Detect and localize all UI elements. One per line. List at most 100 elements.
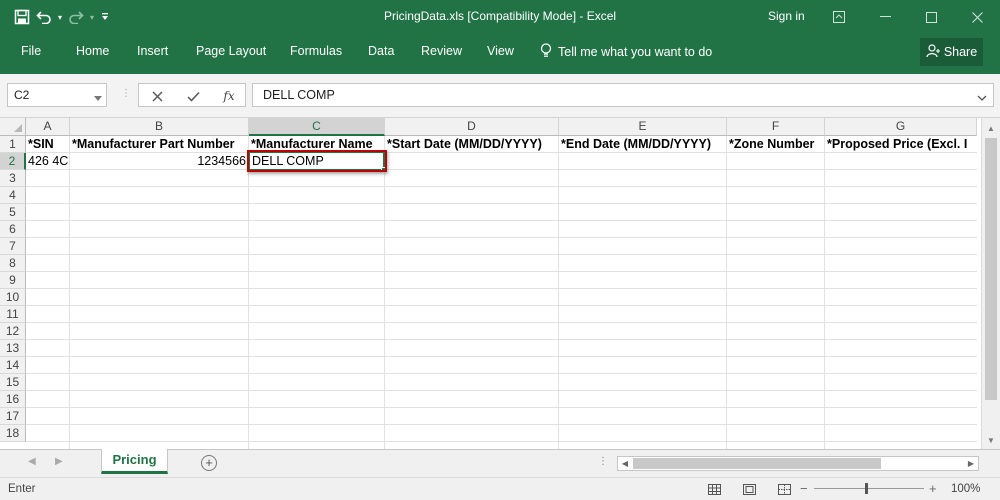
gridline	[26, 271, 977, 272]
row-header-8[interactable]: 8	[0, 255, 26, 272]
tab-review[interactable]: Review	[421, 44, 462, 58]
cancel-entry-icon[interactable]	[147, 87, 167, 105]
gridline	[26, 424, 977, 425]
gridline	[26, 288, 977, 289]
row-header-1[interactable]: 1	[0, 136, 26, 153]
row-header-15[interactable]: 15	[0, 374, 26, 391]
gridline	[26, 203, 977, 204]
name-box-value: C2	[14, 88, 30, 102]
row-header-7[interactable]: 7	[0, 238, 26, 255]
row-header-3[interactable]: 3	[0, 170, 26, 187]
row-header-5[interactable]: 5	[0, 204, 26, 221]
tab-split-handle-icon[interactable]: ⋮	[598, 456, 609, 467]
person-icon	[926, 43, 940, 61]
sign-in-link[interactable]: Sign in	[768, 9, 805, 23]
formula-input[interactable]: DELL COMP	[252, 83, 994, 107]
minimize-icon[interactable]	[862, 0, 908, 34]
scroll-right-icon[interactable]: ▶	[964, 457, 978, 470]
gridline	[824, 136, 825, 449]
gridline	[558, 136, 559, 449]
scroll-left-icon[interactable]: ◀	[618, 457, 632, 470]
column-header-f[interactable]: F	[727, 118, 825, 136]
row-header-2[interactable]: 2	[0, 153, 26, 170]
gridline	[26, 441, 977, 442]
column-header-e[interactable]: E	[559, 118, 727, 136]
formula-buttons: fx	[138, 83, 246, 107]
column-header-a[interactable]: A	[26, 118, 70, 136]
status-bar: Enter − + 100%	[0, 477, 1000, 500]
cell-a1[interactable]: *SIN	[26, 136, 70, 153]
gridline	[26, 339, 977, 340]
row-header-17[interactable]: 17	[0, 408, 26, 425]
cell-a2[interactable]: 426 4C	[26, 153, 70, 170]
gridline	[26, 373, 977, 374]
worksheet-grid[interactable]: A B C D E F G 1 2 3 4 5 6 7 8 9 10 11 12…	[0, 118, 1000, 449]
lightbulb-icon	[540, 43, 552, 61]
select-all-button[interactable]	[0, 118, 26, 136]
previous-sheet-icon[interactable]: ◀	[28, 456, 36, 467]
tell-me-label: Tell me what you want to do	[558, 45, 713, 59]
row-header-11[interactable]: 11	[0, 306, 26, 323]
gridline	[26, 390, 977, 391]
row-header-18[interactable]: 18	[0, 425, 26, 442]
tab-page-layout[interactable]: Page Layout	[196, 44, 266, 58]
name-box[interactable]: C2	[7, 83, 107, 107]
column-header-d[interactable]: D	[385, 118, 559, 136]
tell-me-box[interactable]: Tell me what you want to do	[540, 43, 712, 61]
next-sheet-icon[interactable]: ▶	[55, 456, 63, 467]
tab-insert[interactable]: Insert	[137, 44, 168, 58]
expand-formula-bar-icon[interactable]	[977, 90, 987, 104]
ribbon-display-options-icon[interactable]	[816, 0, 862, 34]
zoom-out-icon[interactable]: −	[800, 481, 808, 496]
tab-home[interactable]: Home	[76, 44, 109, 58]
normal-view-icon[interactable]	[706, 482, 722, 496]
tab-data[interactable]: Data	[368, 44, 394, 58]
gridline	[248, 136, 249, 449]
formula-bar-grip-icon[interactable]: ⋮	[121, 88, 131, 99]
row-header-9[interactable]: 9	[0, 272, 26, 289]
horizontal-scrollbar[interactable]: ◀ ▶	[617, 456, 979, 471]
tab-file[interactable]: File	[21, 44, 41, 58]
cell-b1[interactable]: *Manufacturer Part Number	[70, 136, 249, 153]
name-box-dropdown-icon[interactable]	[94, 90, 102, 104]
row-header-16[interactable]: 16	[0, 391, 26, 408]
vertical-scrollbar[interactable]: ▲ ▼	[981, 118, 1000, 449]
add-sheet-icon[interactable]: +	[201, 455, 217, 471]
cell-g1[interactable]: *Proposed Price (Excl. I	[825, 136, 977, 153]
sheet-tab-pricing[interactable]: Pricing	[101, 449, 168, 474]
zoom-level[interactable]: 100%	[951, 483, 980, 495]
row-header-10[interactable]: 10	[0, 289, 26, 306]
row-header-6[interactable]: 6	[0, 221, 26, 238]
vertical-scroll-thumb[interactable]	[985, 138, 997, 400]
gridline	[26, 407, 977, 408]
column-header-g[interactable]: G	[825, 118, 977, 136]
gridline	[26, 186, 977, 187]
confirm-entry-icon[interactable]	[183, 87, 203, 105]
row-header-14[interactable]: 14	[0, 357, 26, 374]
maximize-icon[interactable]	[908, 0, 954, 34]
row-header-13[interactable]: 13	[0, 340, 26, 357]
close-icon[interactable]	[954, 0, 1000, 34]
zoom-in-icon[interactable]: +	[929, 481, 937, 496]
scroll-up-icon[interactable]: ▲	[982, 120, 1000, 136]
page-layout-view-icon[interactable]	[741, 482, 757, 496]
share-button[interactable]: Share	[920, 38, 983, 66]
scroll-down-icon[interactable]: ▼	[982, 432, 1000, 448]
horizontal-scroll-thumb[interactable]	[633, 458, 881, 469]
zoom-slider[interactable]	[814, 488, 924, 489]
cell-d1[interactable]: *Start Date (MM/DD/YYYY)	[385, 136, 559, 153]
title-bar: ▾ ▾ PricingData.xls [Compatibility Mode]…	[0, 0, 1000, 34]
tab-view[interactable]: View	[487, 44, 514, 58]
page-break-preview-icon[interactable]	[776, 482, 792, 496]
zoom-slider-thumb[interactable]	[865, 483, 868, 494]
column-header-c[interactable]: C	[249, 118, 385, 136]
row-header-4[interactable]: 4	[0, 187, 26, 204]
gridline	[26, 254, 977, 255]
insert-function-icon[interactable]: fx	[219, 87, 239, 105]
column-header-b[interactable]: B	[70, 118, 249, 136]
cell-f1[interactable]: *Zone Number	[727, 136, 825, 153]
cell-b2[interactable]: 1234566	[70, 153, 248, 170]
row-header-12[interactable]: 12	[0, 323, 26, 340]
cell-e1[interactable]: *End Date (MM/DD/YYYY)	[559, 136, 727, 153]
tab-formulas[interactable]: Formulas	[290, 44, 342, 58]
